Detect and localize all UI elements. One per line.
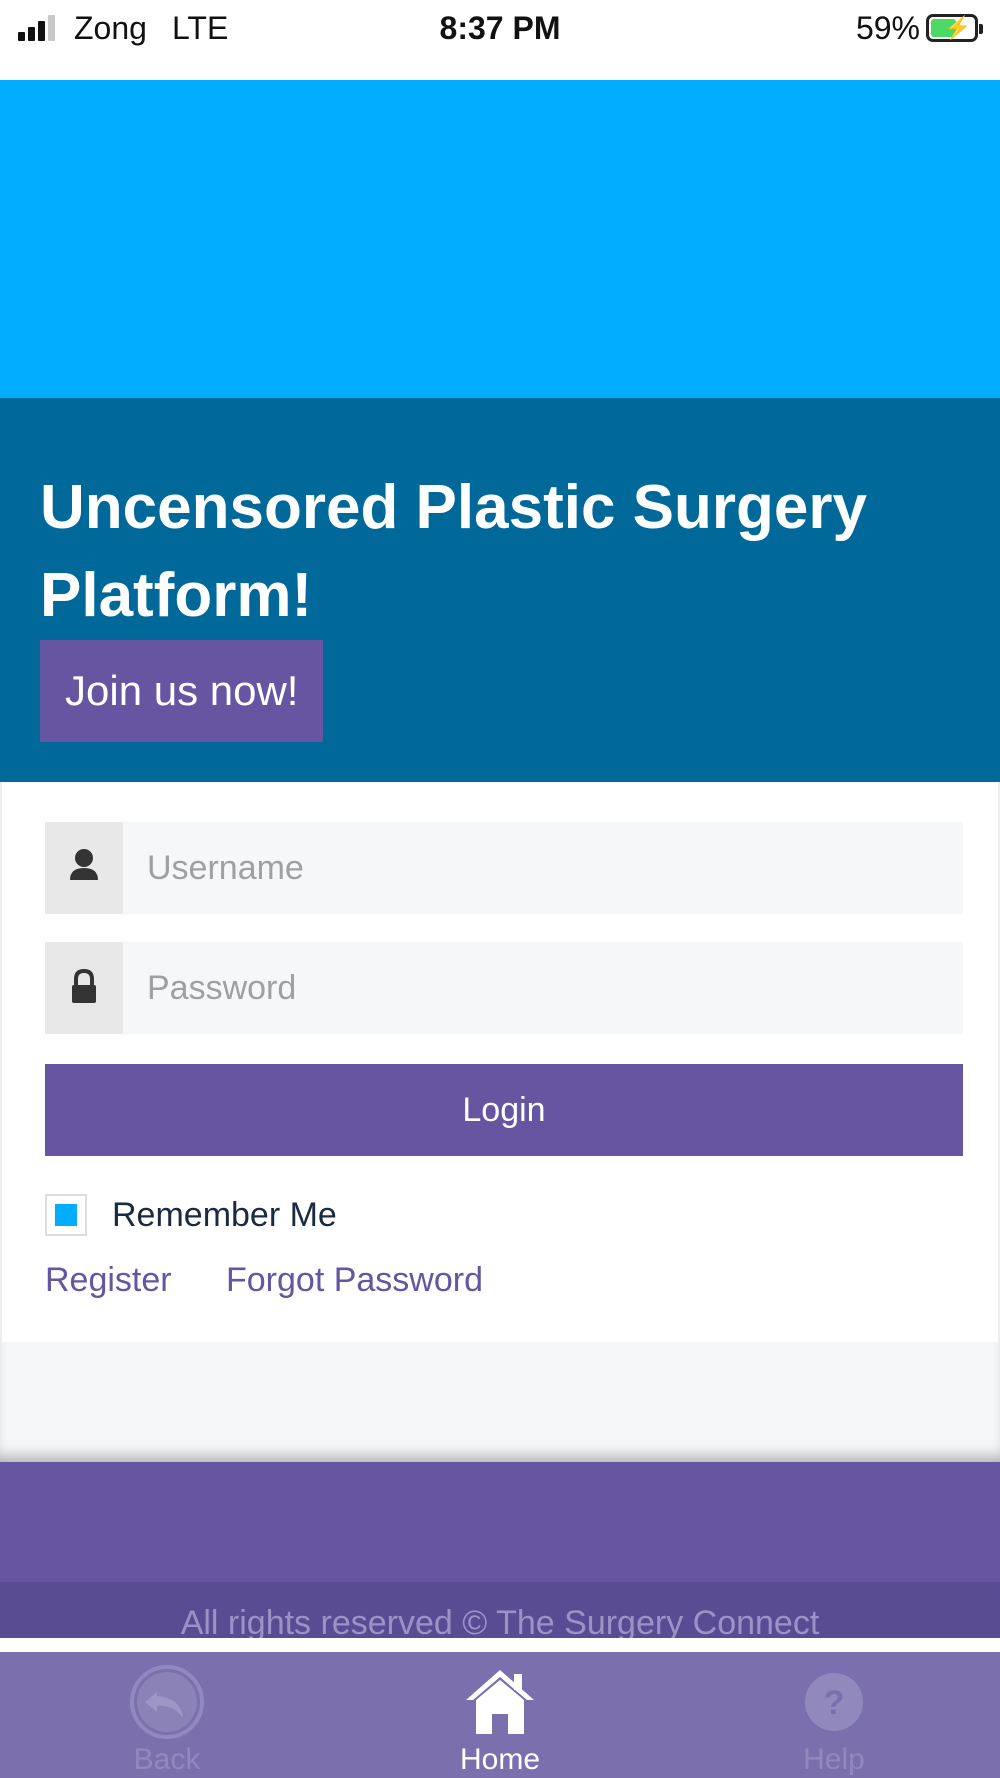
nav-help-label: Help xyxy=(803,1743,865,1776)
back-arrow-icon xyxy=(130,1665,204,1739)
login-form: Login Remember Me Register Forgot Passwo… xyxy=(0,782,1000,1342)
login-button[interactable]: Login xyxy=(45,1064,963,1156)
username-input[interactable] xyxy=(123,822,963,914)
divider xyxy=(0,1638,1000,1652)
bottom-nav: Back Home ? Help xyxy=(0,1652,1000,1778)
hero-banner xyxy=(0,80,1000,398)
footer-copyright: All rights reserved © The Surgery Connec… xyxy=(0,1582,1000,1638)
remember-me-checkbox[interactable] xyxy=(45,1194,87,1236)
hero-section: Uncensored Plastic Surgery Platform! Joi… xyxy=(0,398,1000,782)
clock: 8:37 PM xyxy=(439,10,561,46)
remember-me-label[interactable]: Remember Me xyxy=(112,1194,337,1236)
user-icon xyxy=(45,822,123,914)
lock-icon xyxy=(45,942,123,1034)
password-row xyxy=(45,942,963,1034)
checkbox-checked-mark xyxy=(55,1204,77,1226)
footer-spacer xyxy=(0,1342,1000,1462)
username-row xyxy=(45,822,963,914)
nav-home-label: Home xyxy=(459,1743,541,1776)
help-icon: ? xyxy=(805,1673,863,1731)
hero-title: Uncensored Plastic Surgery Platform! xyxy=(40,473,867,630)
copyright-text: All rights reserved © The Surgery Connec… xyxy=(180,1604,820,1638)
battery-charging-icon: ⚡ xyxy=(926,14,983,42)
nav-home[interactable]: Home xyxy=(420,1662,580,1778)
svg-text:?: ? xyxy=(824,1684,845,1722)
forgot-password-link[interactable]: Forgot Password xyxy=(226,1258,483,1302)
register-link[interactable]: Register xyxy=(45,1258,172,1302)
charging-bolt-icon: ⚡ xyxy=(944,15,972,40)
nav-back-label: Back xyxy=(133,1743,201,1776)
battery-percent: 59% xyxy=(855,10,920,46)
nav-help[interactable]: ? Help xyxy=(754,1662,914,1778)
status-bar: Zong LTE 8:37 PM 59% ⚡ xyxy=(0,0,1000,80)
join-us-button[interactable]: Join us now! xyxy=(40,640,324,742)
home-icon xyxy=(466,1670,534,1734)
password-input[interactable] xyxy=(123,942,963,1034)
nav-back[interactable]: Back xyxy=(87,1662,247,1778)
footer-band xyxy=(0,1462,1000,1582)
